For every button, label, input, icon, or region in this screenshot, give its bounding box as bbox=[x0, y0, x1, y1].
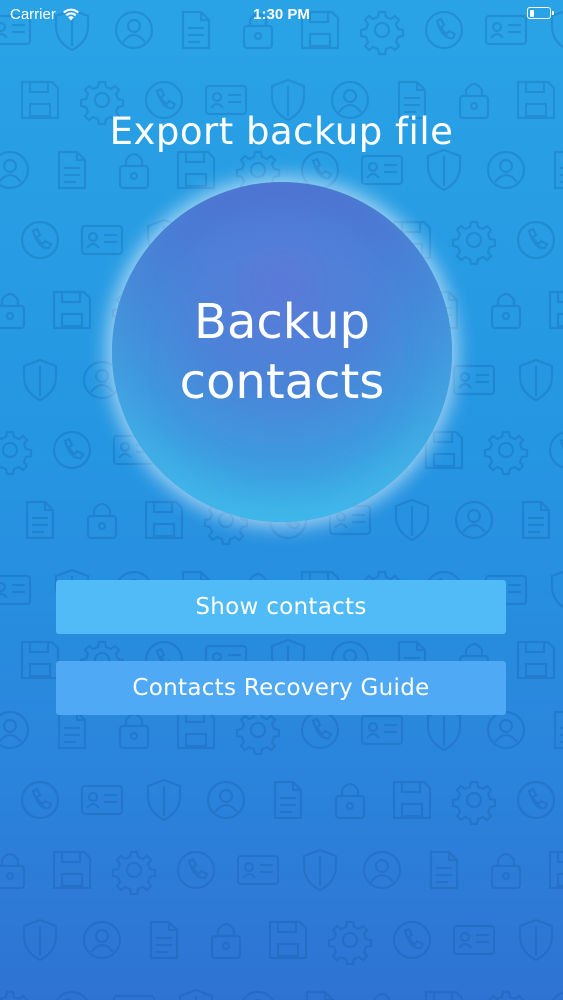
backup-contacts-button[interactable]: Backup contacts bbox=[112, 182, 452, 522]
page-title: Export backup file bbox=[109, 110, 454, 153]
floppy-disk-icon bbox=[52, 290, 92, 330]
floppy-disk-icon bbox=[52, 850, 92, 890]
phone-icon bbox=[548, 990, 563, 1000]
document-icon bbox=[57, 710, 87, 750]
phone-icon bbox=[52, 430, 92, 470]
floppy-disk-icon bbox=[176, 710, 216, 750]
document-icon bbox=[553, 710, 563, 750]
shield-icon bbox=[178, 988, 214, 1000]
contact-card-icon bbox=[236, 854, 280, 886]
gear-icon bbox=[235, 710, 281, 756]
phone-icon bbox=[52, 990, 92, 1000]
shield-icon bbox=[518, 918, 554, 962]
contact-card-icon bbox=[80, 784, 124, 816]
user-icon bbox=[0, 150, 30, 190]
gear-icon bbox=[451, 220, 497, 266]
document-icon bbox=[273, 780, 303, 820]
lock-icon bbox=[490, 292, 522, 330]
phone-icon bbox=[20, 220, 60, 260]
document-icon bbox=[25, 500, 55, 540]
contact-card-icon bbox=[0, 574, 32, 606]
lock-icon bbox=[118, 152, 150, 190]
contact-card-icon bbox=[360, 154, 404, 186]
floppy-disk-icon bbox=[144, 500, 184, 540]
phone-icon bbox=[300, 150, 340, 190]
lock-icon bbox=[0, 852, 26, 890]
shield-icon bbox=[22, 358, 58, 402]
contact-card-icon bbox=[80, 224, 124, 256]
phone-icon bbox=[516, 220, 556, 260]
document-icon bbox=[305, 990, 335, 1000]
contact-card-icon bbox=[112, 994, 156, 1000]
floppy-disk-icon bbox=[516, 640, 556, 680]
battery-level bbox=[529, 9, 534, 17]
shield-icon bbox=[550, 568, 563, 612]
lock-icon bbox=[210, 922, 242, 960]
contact-card-icon bbox=[452, 364, 496, 396]
phone-icon bbox=[516, 780, 556, 820]
lock-icon bbox=[366, 992, 398, 1000]
lock-icon bbox=[490, 852, 522, 890]
floppy-disk-icon bbox=[548, 290, 563, 330]
document-icon bbox=[553, 150, 563, 190]
document-icon bbox=[429, 850, 459, 890]
shield-icon bbox=[394, 498, 430, 542]
gear-icon bbox=[0, 430, 33, 476]
floppy-disk-icon bbox=[424, 430, 464, 470]
user-icon bbox=[238, 990, 278, 1000]
floppy-disk-icon bbox=[20, 640, 60, 680]
lock-icon bbox=[0, 292, 26, 330]
document-icon bbox=[521, 500, 551, 540]
gear-icon bbox=[0, 990, 33, 1000]
floppy-disk-icon bbox=[392, 780, 432, 820]
floppy-disk-icon bbox=[424, 990, 464, 1000]
phone-icon bbox=[20, 780, 60, 820]
shield-icon bbox=[426, 148, 462, 192]
user-icon bbox=[362, 850, 402, 890]
lock-icon bbox=[86, 502, 118, 540]
gear-icon bbox=[483, 430, 529, 476]
lock-icon bbox=[334, 782, 366, 820]
status-time: 1:30 PM bbox=[253, 6, 310, 23]
backup-contacts-label: Backup contacts bbox=[179, 294, 385, 410]
status-bar: Carrier 1:30 PM bbox=[0, 0, 563, 30]
phone-icon bbox=[548, 430, 563, 470]
phone-icon bbox=[300, 710, 340, 750]
contact-card-icon bbox=[452, 924, 496, 956]
user-icon bbox=[82, 920, 122, 960]
shield-icon bbox=[146, 778, 182, 822]
document-icon bbox=[57, 150, 87, 190]
shield-icon bbox=[518, 358, 554, 402]
phone-icon bbox=[392, 920, 432, 960]
user-icon bbox=[454, 500, 494, 540]
show-contacts-button[interactable]: Show contacts bbox=[56, 580, 506, 634]
shield-icon bbox=[22, 918, 58, 962]
contact-card-icon bbox=[360, 714, 404, 746]
floppy-disk-icon bbox=[176, 150, 216, 190]
lock-icon bbox=[118, 712, 150, 750]
shield-icon bbox=[302, 848, 338, 892]
gear-icon bbox=[451, 780, 497, 826]
contacts-recovery-guide-button[interactable]: Contacts Recovery Guide bbox=[56, 661, 506, 715]
phone-icon bbox=[176, 850, 216, 890]
floppy-disk-icon bbox=[268, 920, 308, 960]
user-icon bbox=[486, 150, 526, 190]
shield-icon bbox=[426, 708, 462, 752]
floppy-disk-icon bbox=[548, 850, 563, 890]
battery-icon bbox=[527, 7, 554, 19]
app-screen: Carrier 1:30 PM Export backup file Backu… bbox=[0, 0, 563, 1000]
gear-icon bbox=[327, 920, 373, 966]
gear-icon bbox=[111, 850, 157, 896]
document-icon bbox=[149, 920, 179, 960]
gear-icon bbox=[483, 990, 529, 1000]
user-icon bbox=[0, 710, 30, 750]
user-icon bbox=[486, 710, 526, 750]
user-icon bbox=[206, 780, 246, 820]
